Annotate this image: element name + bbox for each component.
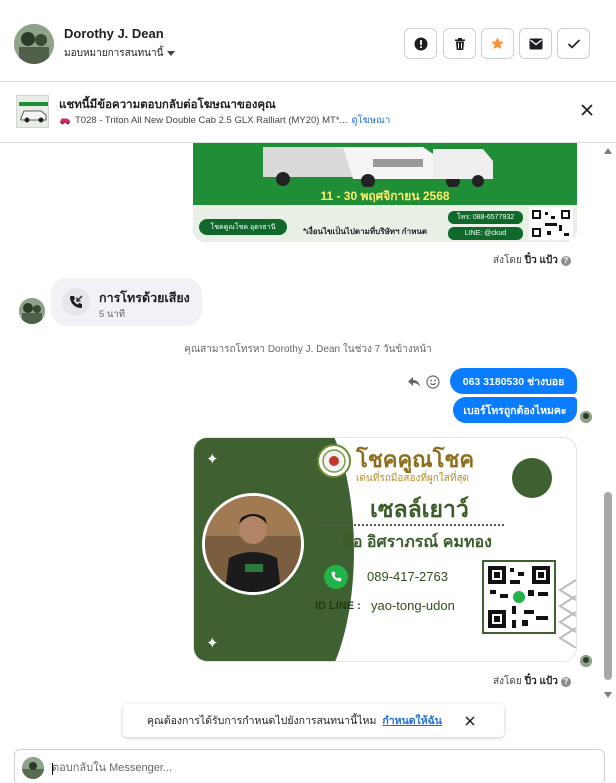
sent-by-name: ปิ๋ว แป้ว: [524, 676, 558, 687]
brand-tagline: เด่นที่รถมือสองที่ผูกใสที่สุด: [356, 473, 470, 484]
car-icon: [60, 118, 70, 125]
star-button[interactable]: [481, 28, 514, 59]
contact-avatar-small[interactable]: [19, 298, 45, 324]
decorative-chevrons: [558, 579, 576, 648]
sparkle-icon: ✦: [206, 451, 219, 468]
assign-to-me-link[interactable]: กำหนดให้ฉัน: [382, 712, 442, 729]
assign-label: มอบหมายการสนทนานี้: [64, 48, 164, 59]
assign-prompt: คุณต้องการได้รับการกำหนดไปยังการสนทนานี้…: [123, 704, 504, 737]
salesperson-role: เซลล์เยาว์: [370, 496, 469, 522]
ad-image-message[interactable]: 11 - 30 พฤศจิกายน 2568 โชคคูณโชค อุดรธาน…: [193, 143, 577, 242]
business-card-image[interactable]: ✦ ✦ โชคคูณโชค เด่นที่รถมือสองที่ผูกใสที่…: [193, 437, 577, 662]
mail-icon: [529, 38, 542, 49]
sent-by-label: ส่งโดย ปิ๋ว แป้ว ?: [493, 674, 571, 689]
salesperson-photo: [202, 493, 304, 595]
id-line-value: yao-tong-udon: [371, 598, 455, 613]
check-icon: [567, 38, 580, 49]
sent-by-name: ปิ๋ว แป้ว: [524, 255, 558, 266]
sent-by-prefix: ส่งโดย: [493, 255, 522, 266]
read-receipt-avatar: [580, 411, 592, 423]
text-caret: [52, 763, 53, 775]
ad-info-strip: โชคคูณโชค อุดรธานี *เงื่อนไขเป็นไปตามที่…: [193, 205, 577, 242]
spam-button[interactable]: [404, 28, 437, 59]
view-ad-link[interactable]: ดูโฆษณา: [351, 113, 390, 128]
trucks-illustration: [193, 143, 577, 187]
scroll-down-arrow-icon[interactable]: [604, 692, 612, 698]
id-line-label: ID LINE :: [315, 600, 361, 612]
brand-logo: [317, 444, 351, 478]
assign-dropdown[interactable]: มอบหมายการสนทนานี้: [64, 46, 176, 61]
outgoing-message[interactable]: 063 3180530 ช่างบอย: [450, 368, 577, 394]
contact-name[interactable]: Dorothy J. Dean: [64, 26, 164, 41]
info-icon[interactable]: ?: [560, 255, 571, 266]
call-duration: 5 นาที: [99, 309, 126, 320]
emoji-react-icon[interactable]: [426, 375, 440, 389]
reply-input[interactable]: [52, 757, 552, 779]
call-availability-notice: คุณสามารถโทรหา Dorothy J. Dean ในช่วง 7 …: [184, 344, 432, 355]
scroll-up-arrow-icon[interactable]: [604, 148, 612, 154]
assign-prompt-text: คุณต้องการได้รับการกำหนดไปยังการสนทนานี้…: [147, 715, 377, 727]
conversation-header: Dorothy J. Dean มอบหมายการสนทนานี้: [0, 0, 616, 82]
trash-icon: [454, 37, 465, 50]
incoming-call-icon: [62, 288, 90, 316]
read-receipt-avatar: [580, 655, 592, 667]
contact-avatar[interactable]: [14, 24, 54, 64]
ad-conditions-note: *เงื่อนไขเป็นไปตามที่บริษัทฯ กำหนด: [303, 227, 428, 236]
info-icon[interactable]: ?: [560, 676, 571, 687]
alert-icon: [414, 37, 427, 50]
close-icon[interactable]: [578, 101, 596, 119]
ad-line-id: LINE: @ckud: [448, 227, 523, 240]
call-title: การโทรด้วยเสียง: [99, 291, 190, 305]
ad-date-range: 11 - 30 พฤศจิกายน 2568: [320, 189, 450, 203]
line-qr-code: [482, 560, 556, 634]
banner-title: แชทนี้มีข้อความตอบกลับต่อโฆษณาของคุณ: [59, 99, 276, 111]
ad-name: T028 - Triton All New Double Cab 2.5 GLX…: [75, 115, 348, 126]
sent-by-prefix: ส่งโดย: [493, 676, 522, 687]
card-phone-number: 089-417-2763: [367, 569, 448, 584]
user-avatar: [22, 757, 44, 779]
chevron-down-icon: [167, 51, 176, 56]
banner-ad-line: T028 - Triton All New Double Cab 2.5 GLX…: [59, 113, 390, 128]
scrollbar-thumb[interactable]: [604, 492, 612, 680]
reply-icon[interactable]: [407, 376, 421, 388]
divider: [318, 524, 504, 526]
dealer-badge: โชคคูณโชค อุดรธานี: [199, 219, 287, 235]
salesperson-name: ชื่อ อิศราภรณ์ คมทอง: [342, 534, 492, 551]
decorative-circle: [512, 458, 552, 498]
ad-qr-code: [529, 207, 573, 240]
sent-by-label: ส่งโดย ปิ๋ว แป้ว ?: [493, 253, 571, 268]
mark-unread-button[interactable]: [519, 28, 552, 59]
phone-icon: [324, 565, 348, 589]
ad-reply-banner: แชทนี้มีข้อความตอบกลับต่อโฆษณาของคุณ T02…: [0, 83, 616, 143]
delete-button[interactable]: [443, 28, 476, 59]
close-icon[interactable]: [463, 714, 477, 728]
done-button[interactable]: [557, 28, 590, 59]
ad-phone: โทร: 088-6577932: [448, 211, 523, 224]
star-icon: [491, 37, 504, 50]
sparkle-icon: ✦: [206, 635, 219, 652]
voice-call-message[interactable]: การโทรด้วยเสียง 5 นาที: [51, 278, 202, 326]
outgoing-message[interactable]: เบอร์โทรถูกต้องไหมคะ: [453, 397, 577, 423]
ad-thumbnail[interactable]: [16, 95, 49, 128]
